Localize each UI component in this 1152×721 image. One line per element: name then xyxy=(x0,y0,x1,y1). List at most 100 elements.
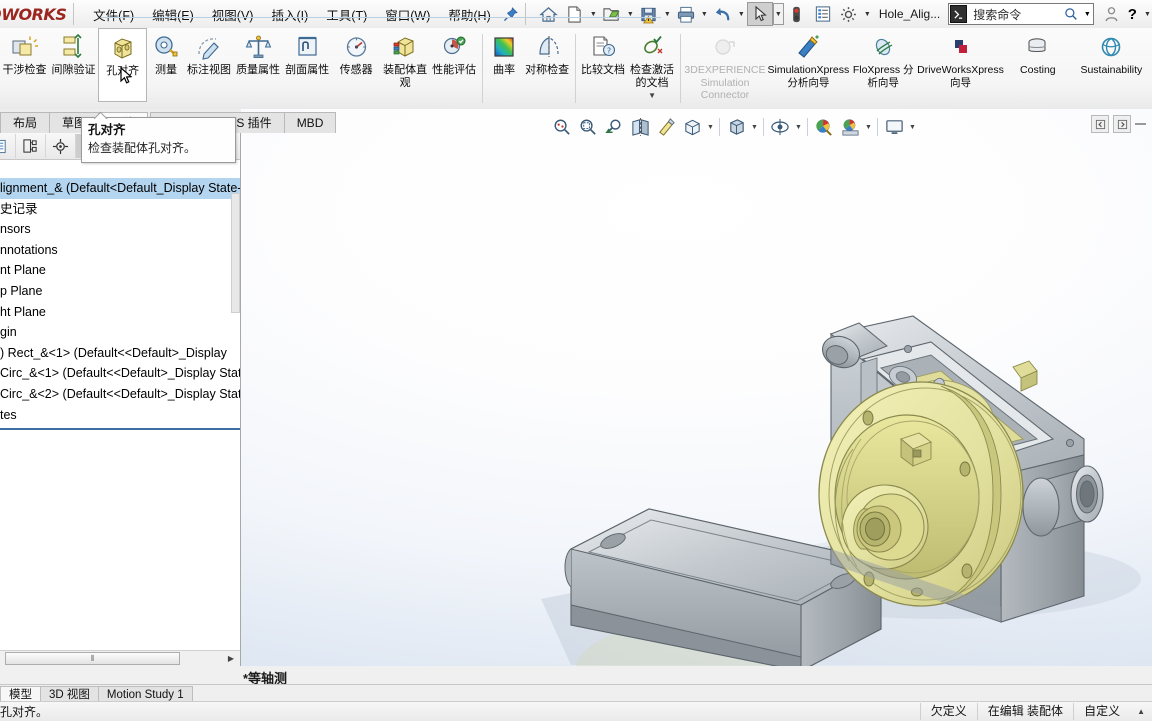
save-icon[interactable] xyxy=(636,2,662,26)
bottom-tab-motion-study[interactable]: Motion Study 1 xyxy=(97,685,193,702)
open-folder-dropdown-icon[interactable]: ▼ xyxy=(625,2,636,26)
tree-front-plane[interactable]: nt Plane xyxy=(0,260,240,281)
menu-view[interactable]: 视图(V) xyxy=(203,2,263,27)
print-dropdown-icon[interactable]: ▼ xyxy=(699,2,710,26)
graphics-viewport[interactable]: ▼ ▼ ▼ ▼ ▼ xyxy=(241,109,1152,666)
tree-component-rect-1[interactable]: ) Rect_&<1> (Default<<Default>_Display xyxy=(0,343,240,364)
feature-tree-horizontal-scrollbar[interactable]: ⦀ ▶ xyxy=(0,650,240,666)
tab-mbd[interactable]: MBD xyxy=(283,112,337,133)
ribbon-check-active-document[interactable]: 检查激活的文档 ▼ xyxy=(628,28,677,102)
costing-icon xyxy=(1024,32,1051,62)
open-folder-icon[interactable] xyxy=(599,2,625,26)
gear-dropdown-icon[interactable]: ▼ xyxy=(862,2,873,26)
tree-mates[interactable]: tes xyxy=(0,405,240,426)
menu-edit[interactable]: 编辑(E) xyxy=(143,2,203,27)
save-dropdown-icon[interactable]: ▼ xyxy=(662,2,673,26)
ribbon-compare-documents[interactable]: ? 比较文档 xyxy=(579,28,628,102)
home-icon[interactable] xyxy=(536,2,562,26)
magnifier-icon[interactable] xyxy=(1061,7,1081,21)
gear-icon[interactable] xyxy=(836,2,862,26)
3dexperience-connector-icon xyxy=(712,32,738,62)
options-list-icon[interactable] xyxy=(810,2,836,26)
traffic-light-icon[interactable] xyxy=(784,2,810,26)
ribbon-clearance-verify[interactable]: 间隙验证 xyxy=(49,28,98,102)
status-caret-icon[interactable]: ▲ xyxy=(1130,707,1152,716)
ribbon-sustainability[interactable]: Sustainability xyxy=(1071,28,1152,102)
check-active-document-dropdown-icon[interactable]: ▼ xyxy=(648,92,656,100)
tree-history[interactable]: 史记录 xyxy=(0,199,240,220)
tree-root-assembly[interactable]: lignment_& (Default<Default_Display Stat… xyxy=(0,178,240,199)
search-input[interactable]: 搜索命令 xyxy=(968,6,1061,23)
tree-sensors[interactable]: nsors xyxy=(0,219,240,240)
ribbon-markup-view[interactable]: 标注视图 xyxy=(185,28,234,102)
ribbon-3dexperience-simulation-connector[interactable]: 3DEXPERIENCE Simulation Connector xyxy=(683,28,766,102)
ribbon-measure[interactable]: 测量 xyxy=(147,28,184,102)
scrollbar-thumb[interactable]: ⦀ xyxy=(5,652,180,665)
user-icon[interactable] xyxy=(1100,2,1121,26)
tree-right-plane-label: ht Plane xyxy=(0,304,46,319)
menu-tools[interactable]: 工具(T) xyxy=(317,2,376,27)
tree-right-plane[interactable]: ht Plane xyxy=(0,302,240,323)
mouse-cursor-icon xyxy=(120,67,133,84)
ribbon-divider-2 xyxy=(574,34,576,103)
ribbon-divider-3 xyxy=(679,34,681,103)
undo-dropdown-icon[interactable]: ▼ xyxy=(736,2,747,26)
ribbon-costing[interactable]: Costing xyxy=(1005,28,1071,102)
bottom-tab-3d-views[interactable]: 3D 视图 xyxy=(40,685,99,702)
bottom-tab-model[interactable]: 模型 xyxy=(0,685,41,702)
ribbon-divider-1 xyxy=(481,34,483,103)
help-dropdown-icon[interactable]: ▼ xyxy=(1143,2,1152,26)
floxpress-icon xyxy=(870,32,897,62)
new-document-icon[interactable] xyxy=(562,2,588,26)
ribbon-sensor[interactable]: 传感器 xyxy=(332,28,381,102)
ribbon-section-properties-label: 剖面属性 xyxy=(285,64,330,76)
interference-check-icon xyxy=(11,32,39,62)
undo-icon[interactable] xyxy=(710,2,736,26)
search-dropdown-icon[interactable]: ▼ xyxy=(1081,11,1093,18)
menu-help[interactable]: 帮助(H) xyxy=(439,2,499,27)
ribbon-driveworksxpress[interactable]: DriveWorksXpress 向导 xyxy=(916,28,1005,102)
status-customize[interactable]: 自定义 xyxy=(1073,703,1130,720)
feature-tree-vertical-scrollbar[interactable] xyxy=(231,193,240,313)
performance-evaluation-icon xyxy=(441,32,468,62)
feature-manager-tree-icon[interactable] xyxy=(0,134,16,158)
configuration-manager-icon[interactable] xyxy=(46,134,76,158)
cad-model-3d[interactable] xyxy=(241,109,1152,666)
ribbon-symmetry-check[interactable]: 对称检查 xyxy=(523,28,572,102)
ribbon-assembly-visualization[interactable]: 装配体直观 xyxy=(381,28,430,102)
ribbon-curvature[interactable]: 曲率 xyxy=(485,28,522,102)
menu-insert[interactable]: 插入(I) xyxy=(262,2,317,27)
tree-annotations[interactable]: nnotations xyxy=(0,240,240,261)
ribbon-hole-alignment[interactable]: 孔对齐 xyxy=(98,28,148,102)
search-command-box[interactable]: 搜索命令 ▼ xyxy=(948,3,1095,25)
menu-file[interactable]: 文件(F) xyxy=(84,2,143,27)
property-manager-icon[interactable] xyxy=(16,134,46,158)
tree-component-circ-1[interactable]: Circ_&<1> (Default<<Default>_Display Sta… xyxy=(0,363,240,384)
ribbon-performance-evaluation-label: 性能评估 xyxy=(432,64,477,76)
new-document-dropdown-icon[interactable]: ▼ xyxy=(588,2,599,26)
tab-layout[interactable]: 布局 xyxy=(0,112,51,133)
print-icon[interactable] xyxy=(673,2,699,26)
ribbon-symmetry-check-label: 对称检查 xyxy=(525,64,570,76)
tree-front-plane-label: nt Plane xyxy=(0,263,46,278)
tree-component-circ-2[interactable]: Circ_&<2> (Default<<Default>_Display Sta… xyxy=(0,384,240,405)
select-cursor-icon[interactable] xyxy=(746,2,773,26)
menu-window[interactable]: 窗口(W) xyxy=(376,2,439,27)
ribbon-interference-check[interactable]: 干涉检查 xyxy=(0,28,49,102)
document-name: Hole_Alig... xyxy=(878,7,941,21)
driveworksxpress-icon xyxy=(948,32,974,62)
tree-origin[interactable]: gin xyxy=(0,322,240,343)
pushpin-icon[interactable] xyxy=(500,6,521,22)
mass-properties-scale-icon xyxy=(245,32,272,62)
scrollbar-right-arrow-icon[interactable]: ▶ xyxy=(222,654,240,663)
tree-component-rect-1-label: ) Rect_&<1> (Default<<Default>_Display xyxy=(0,345,227,360)
ribbon-floxpress[interactable]: FloXpress 分析向导 xyxy=(850,28,916,102)
ribbon-performance-evaluation[interactable]: 性能评估 xyxy=(430,28,479,102)
ribbon-mass-properties[interactable]: 质量属性 xyxy=(234,28,283,102)
status-underdefined: 欠定义 xyxy=(919,703,977,720)
ribbon-simulationxpress[interactable]: SimulationXpress 分析向导 xyxy=(767,28,851,102)
question-mark-icon[interactable]: ? xyxy=(1122,2,1143,26)
ribbon-section-properties[interactable]: 剖面属性 xyxy=(283,28,332,102)
tree-top-plane[interactable]: p Plane xyxy=(0,281,240,302)
select-dropdown-icon[interactable]: ▼ xyxy=(772,3,784,25)
